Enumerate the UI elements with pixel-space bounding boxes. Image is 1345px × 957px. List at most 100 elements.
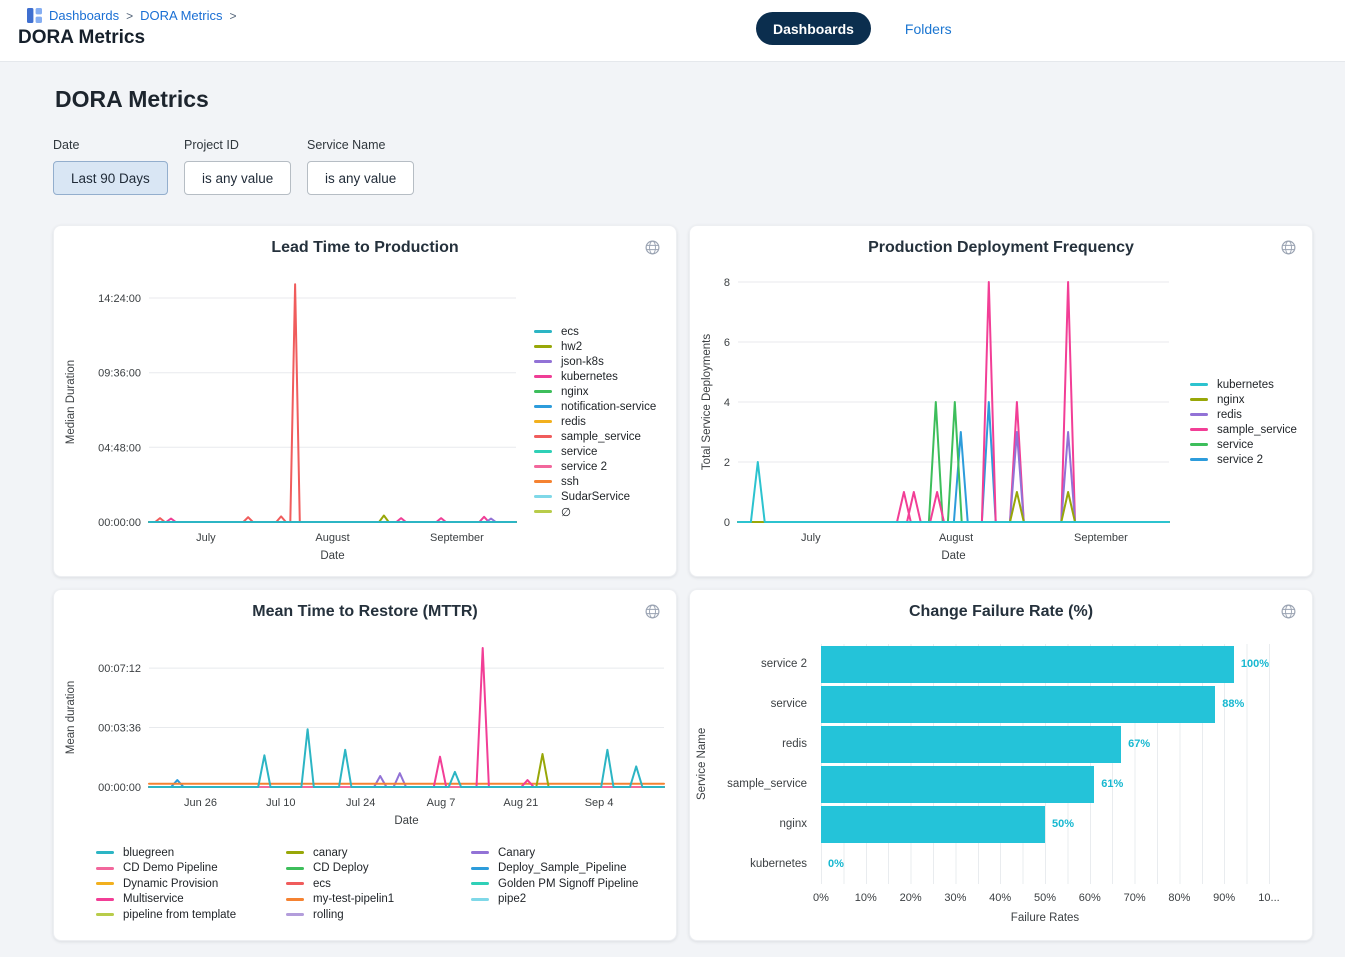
legend-item[interactable]: redis (1190, 407, 1297, 422)
bar-value-label: 50% (1052, 818, 1074, 830)
bar-x-axis-title: Failure Rates (821, 912, 1269, 924)
date-filter-button[interactable]: Last 90 Days (53, 161, 168, 195)
project-id-filter-button[interactable]: is any value (184, 161, 291, 195)
bar-rows: service 2100%service88%redis67%sample_se… (690, 644, 1314, 884)
bar-value-label: 61% (1101, 778, 1123, 790)
y-tick-label: 2 (724, 457, 730, 469)
bar[interactable] (821, 686, 1215, 723)
legend-swatch (471, 882, 489, 885)
legend-item[interactable]: Golden PM Signoff Pipeline (471, 876, 638, 892)
bar-row: service 2100% (690, 644, 1314, 684)
legend-item[interactable]: Deploy_Sample_Pipeline (471, 861, 638, 877)
legend-item[interactable]: service 2 (534, 459, 656, 474)
globe-icon[interactable] (644, 239, 661, 256)
legend-item[interactable]: service (534, 444, 656, 459)
mttr-legend: bluegreenCD Demo PipelineDynamic Provisi… (96, 845, 638, 923)
bar-row: sample_service61% (690, 764, 1314, 804)
legend-item[interactable]: canary (286, 845, 471, 861)
series-line-sample_service[interactable] (149, 284, 516, 522)
legend-item[interactable]: nginx (534, 384, 656, 399)
y-tick-label: 6 (724, 337, 730, 349)
legend-swatch (1190, 413, 1208, 416)
service-name-filter-button[interactable]: is any value (307, 161, 414, 195)
legend-item[interactable]: nginx (1190, 392, 1297, 407)
legend-item[interactable]: kubernetes (534, 369, 656, 384)
series-line-Multiservice[interactable] (149, 648, 664, 787)
legend-item[interactable]: service (1190, 437, 1297, 452)
y-axis-title: Total Service Deployments (701, 334, 713, 470)
x-tick-label: 60% (1079, 892, 1101, 904)
legend-swatch (286, 898, 304, 901)
legend-item[interactable]: Canary (471, 845, 638, 861)
change-failure-rate-chart[interactable]: service 2100%service88%redis67%sample_se… (690, 644, 1314, 884)
legend-swatch (96, 867, 114, 870)
legend-swatch (286, 851, 304, 854)
lead-time-chart[interactable]: 00:00:0004:48:0009:36:0014:24:00JulyAugu… (54, 266, 529, 566)
legend-item[interactable]: sample_service (534, 429, 656, 444)
x-tick-label: Jul 10 (266, 797, 295, 809)
card-deployment-frequency: Production Deployment Frequency 02468Jul… (689, 225, 1313, 577)
y-tick-label: 00:07:12 (98, 663, 141, 675)
bar-row: redis67% (690, 724, 1314, 764)
legend-item[interactable]: kubernetes (1190, 377, 1297, 392)
bar-track: 50% (821, 804, 1269, 844)
legend-item[interactable]: CD Demo Pipeline (96, 861, 286, 877)
legend-item[interactable]: rolling (286, 907, 471, 923)
legend-label: nginx (1217, 394, 1245, 406)
x-axis-title: Date (941, 550, 965, 562)
series-line-Canary[interactable] (149, 773, 664, 787)
legend-item[interactable]: bluegreen (96, 845, 286, 861)
legend-item[interactable]: ssh (534, 474, 656, 489)
legend-item[interactable]: pipe2 (471, 892, 638, 908)
card-change-failure-rate: Change Failure Rate (%) service 2100%ser… (689, 589, 1313, 941)
deployment-frequency-chart[interactable]: 02468JulyAugustSeptemberDateTotal Servic… (690, 266, 1190, 566)
legend-swatch (1190, 428, 1208, 431)
breadcrumb-link-dora-metrics[interactable]: DORA Metrics (140, 8, 222, 23)
legend-swatch (534, 510, 552, 513)
x-tick-label: July (196, 532, 216, 544)
legend-item[interactable]: service 2 (1190, 452, 1297, 467)
series-line-bluegreen[interactable] (149, 729, 664, 787)
legend-swatch (286, 882, 304, 885)
legend-label: pipe2 (498, 893, 526, 905)
bar[interactable] (821, 726, 1121, 763)
legend-item[interactable]: pipeline from template (96, 907, 286, 923)
bar[interactable] (821, 806, 1045, 843)
legend-label: json-k8s (561, 356, 604, 368)
x-tick-label: 40% (989, 892, 1011, 904)
legend-item[interactable]: redis (534, 414, 656, 429)
breadcrumb-separator: > (126, 9, 133, 23)
tab-folders[interactable]: Folders (899, 20, 958, 38)
breadcrumb: Dashboards > DORA Metrics > (27, 8, 236, 23)
legend-item[interactable]: sample_service (1190, 422, 1297, 437)
globe-icon[interactable] (1280, 603, 1297, 620)
mttr-chart[interactable]: 00:00:0000:03:3600:07:12Jun 26Jul 10Jul … (54, 636, 678, 831)
legend-item[interactable]: my-test-pipelin1 (286, 892, 471, 908)
legend-item[interactable]: SudarService (534, 489, 656, 504)
legend-item[interactable]: Dynamic Provision (96, 876, 286, 892)
legend-item[interactable]: Multiservice (96, 892, 286, 908)
globe-icon[interactable] (644, 603, 661, 620)
legend-item[interactable]: notification-service (534, 399, 656, 414)
legend-item[interactable]: ecs (534, 324, 656, 339)
legend-item[interactable]: ∅ (534, 504, 656, 519)
breadcrumb-link-dashboards[interactable]: Dashboards (49, 8, 119, 23)
y-tick-label: 4 (724, 397, 730, 409)
legend-item[interactable]: CD Deploy (286, 861, 471, 877)
tab-dashboards[interactable]: Dashboards (756, 12, 871, 45)
legend-item[interactable]: json-k8s (534, 354, 656, 369)
series-line-canary[interactable] (149, 754, 664, 787)
x-axis-title: Date (394, 815, 418, 827)
legend-item[interactable]: ecs (286, 876, 471, 892)
legend-label: kubernetes (1217, 379, 1274, 391)
legend-swatch (1190, 383, 1208, 386)
y-tick-label: 8 (724, 277, 730, 289)
bar[interactable] (821, 766, 1094, 803)
series-line-redis[interactable] (738, 432, 1169, 522)
legend-item[interactable]: hw2 (534, 339, 656, 354)
series-line-kubernetes[interactable] (738, 462, 1169, 522)
page-title: DORA Metrics (18, 27, 145, 49)
globe-icon[interactable] (1280, 239, 1297, 256)
legend-label: service 2 (561, 461, 607, 473)
bar[interactable] (821, 646, 1234, 683)
